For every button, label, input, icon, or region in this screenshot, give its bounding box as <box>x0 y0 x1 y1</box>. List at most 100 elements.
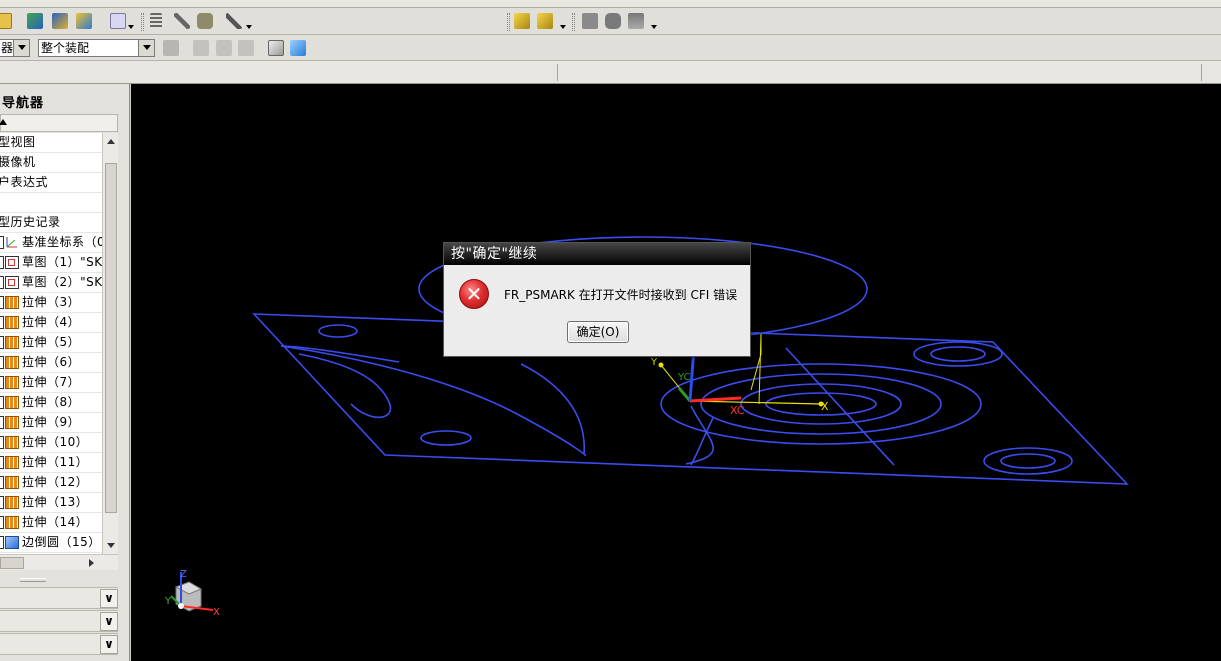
tree-row[interactable]: 拉伸（12） <box>0 473 102 493</box>
scroll-right-icon[interactable] <box>89 559 94 567</box>
dialog-title[interactable]: 按"确定"继续 <box>444 243 750 265</box>
checkbox-icon[interactable] <box>0 316 4 329</box>
chevron-down-icon[interactable]: ∨ <box>100 612 118 631</box>
checkbox-icon[interactable] <box>0 396 4 409</box>
checkbox-icon[interactable] <box>0 236 4 249</box>
tree-row[interactable]: 型历史记录 <box>0 213 102 233</box>
checkbox-icon[interactable] <box>0 356 4 369</box>
hole-right-top-inner <box>930 346 986 362</box>
export-icon[interactable] <box>52 13 68 29</box>
scroll-thumb[interactable] <box>105 163 117 513</box>
checkbox-icon[interactable] <box>0 376 4 389</box>
panel-splitter[interactable] <box>0 576 118 584</box>
feature-tree[interactable]: 型视图 摄像机户表达式型历史记录 基准坐标系（0 草图（1）"SKE 草图（2）"SKE… <box>0 133 102 554</box>
filter-icon[interactable] <box>163 40 179 56</box>
checkbox-icon[interactable] <box>0 456 4 469</box>
toolbar-separator <box>1201 64 1202 81</box>
tree-row-label: 户表达式 <box>0 175 49 189</box>
tree-row[interactable]: 拉伸（8） <box>0 393 102 413</box>
shading-icon[interactable] <box>582 13 598 29</box>
toolbar-separator <box>557 64 558 81</box>
cube-icon[interactable] <box>268 40 284 56</box>
scroll-up-icon[interactable] <box>107 139 115 144</box>
chevron-down-icon[interactable] <box>651 25 657 29</box>
checkbox-icon[interactable] <box>0 296 4 309</box>
chevron-down-icon[interactable] <box>560 25 566 29</box>
wcs-yc-label: YC <box>677 372 691 383</box>
navigator-column-header[interactable] <box>0 114 118 132</box>
chevron-down-icon[interactable]: ∨ <box>100 589 118 608</box>
tree-row[interactable]: 摄像机 <box>0 153 102 173</box>
tree-row[interactable]: 拉伸（5） <box>0 333 102 353</box>
checkbox-icon[interactable] <box>0 416 4 429</box>
details-panel[interactable]: ∨ <box>0 610 118 632</box>
chevron-down-icon[interactable]: ∨ <box>100 635 118 654</box>
wcs-y-label: Y <box>650 357 658 368</box>
chevron-down-icon[interactable] <box>13 40 29 56</box>
checkbox-icon[interactable] <box>0 276 4 289</box>
open-folder-icon[interactable] <box>0 13 12 29</box>
tree-row[interactable]: 拉伸（10） <box>0 433 102 453</box>
graphics-viewport[interactable]: XC YC X Y Z X Y <box>131 84 1221 661</box>
assembly-icon[interactable] <box>76 13 92 29</box>
list-icon[interactable] <box>150 13 162 29</box>
tree-row[interactable]: 草图（2）"SKE <box>0 273 102 293</box>
dependencies-panel[interactable]: ∨ <box>0 587 118 609</box>
snap-mid-icon[interactable] <box>238 40 254 56</box>
navigator-vertical-scrollbar[interactable] <box>102 133 118 554</box>
import-icon[interactable] <box>27 13 43 29</box>
chevron-down-icon[interactable] <box>246 25 252 29</box>
toolbar-grip[interactable] <box>507 13 510 31</box>
tree-row[interactable]: 基准坐标系（0 <box>0 233 102 253</box>
selection-scope-select[interactable]: 整个装配 <box>38 39 155 57</box>
tree-row[interactable]: 草图（1）"SKE <box>0 253 102 273</box>
parts-icon[interactable] <box>537 13 553 29</box>
tree-row[interactable]: 拉伸（11） <box>0 453 102 473</box>
tree-row[interactable]: 拉伸（6） <box>0 353 102 373</box>
checkbox-icon[interactable] <box>0 476 4 489</box>
snap-point-icon[interactable] <box>193 40 209 56</box>
tree-row-label: 拉伸（12） <box>22 475 89 489</box>
tree-row[interactable]: 边倒圆（15） <box>0 533 102 553</box>
layout-icon[interactable] <box>110 13 126 29</box>
toolbar-grip[interactable] <box>572 13 575 31</box>
toolbar-grip[interactable] <box>141 13 144 31</box>
checkbox-icon[interactable] <box>0 336 4 349</box>
cylinder-icon[interactable] <box>197 13 213 29</box>
navigator-horizontal-scrollbar[interactable] <box>0 554 118 570</box>
ok-button[interactable]: 确定(O) <box>567 321 629 343</box>
wrench-icon[interactable] <box>226 13 242 29</box>
tree-row[interactable] <box>0 193 102 213</box>
box-blue-icon[interactable] <box>290 40 306 56</box>
tree-row[interactable]: 拉伸（7） <box>0 373 102 393</box>
tree-row[interactable]: 拉伸（9） <box>0 413 102 433</box>
sort-up-icon[interactable] <box>0 119 7 125</box>
type-filter-select[interactable]: 器 <box>0 39 30 57</box>
render-icon[interactable] <box>605 13 621 29</box>
snap-end-icon[interactable] <box>216 40 232 56</box>
tree-row[interactable]: 拉伸（13） <box>0 493 102 513</box>
chevron-down-icon[interactable] <box>138 40 154 56</box>
tree-row[interactable]: 型视图 <box>0 133 102 153</box>
pen-icon[interactable] <box>174 13 190 29</box>
tree-row[interactable]: 拉伸（3） <box>0 293 102 313</box>
checkbox-icon[interactable] <box>0 256 4 269</box>
tree-row[interactable]: 拉伸（14） <box>0 513 102 533</box>
checkbox-icon[interactable] <box>0 496 4 509</box>
chevron-down-icon[interactable] <box>128 25 134 29</box>
checkbox-icon[interactable] <box>0 436 4 449</box>
hole-right-top-outer <box>913 341 1003 367</box>
view-icon[interactable] <box>628 13 644 29</box>
extrude-icon <box>5 436 19 449</box>
extrude-icon <box>5 376 19 389</box>
scroll-thumb[interactable] <box>0 557 24 569</box>
dialog-body: ✕ FR_PSMARK 在打开文件时接收到 CFI 错误 确定(O) <box>444 265 750 356</box>
checkbox-icon[interactable] <box>0 536 4 549</box>
checkbox-icon[interactable] <box>0 516 4 529</box>
preview-panel[interactable]: ∨ <box>0 633 118 655</box>
scroll-down-icon[interactable] <box>107 543 115 548</box>
part-icon[interactable] <box>514 13 530 29</box>
tree-row[interactable]: 户表达式 <box>0 173 102 193</box>
type-filter-value: 器 <box>1 41 14 55</box>
tree-row[interactable]: 拉伸（4） <box>0 313 102 333</box>
